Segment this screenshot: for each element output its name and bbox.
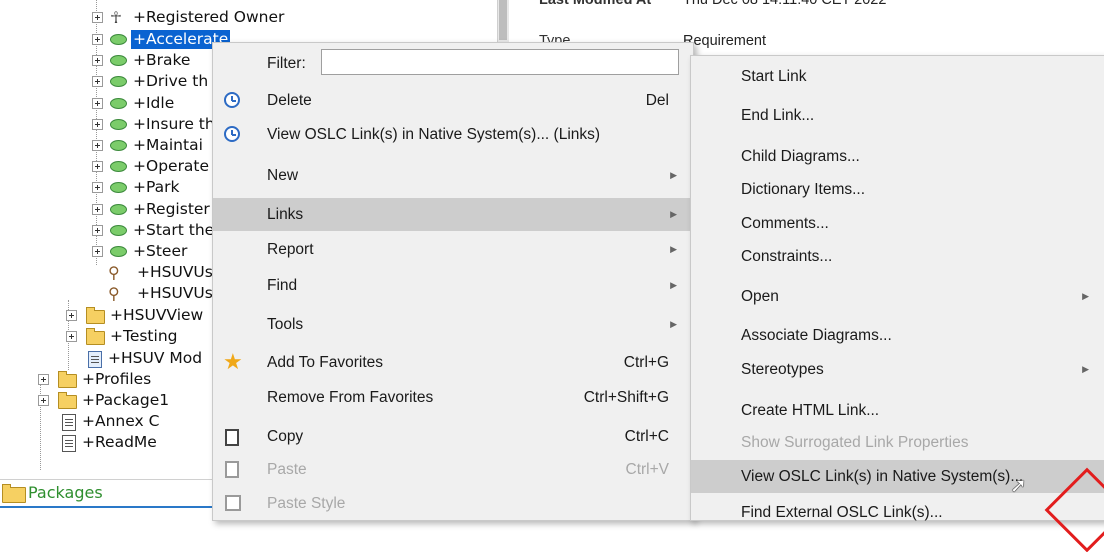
expand-icon[interactable] — [92, 76, 103, 87]
context-menu: Filter: Delete Del View OSLC Link(s) in … — [212, 42, 694, 521]
paste-icon — [225, 461, 239, 478]
association-icon: ⚲ — [108, 263, 120, 282]
menu-item-view-oslc-links[interactable]: View OSLC Link(s) in Native System(s)...… — [213, 118, 693, 151]
use-case-icon — [110, 161, 127, 172]
menu-item-view-oslc-links-native[interactable]: View OSLC Link(s) in Native System(s)... — [691, 460, 1104, 493]
expand-icon[interactable] — [92, 246, 103, 257]
expand-icon[interactable] — [92, 98, 103, 109]
copy-icon — [225, 429, 239, 446]
submenu-arrow-icon: ▶ — [1082, 291, 1089, 301]
folder-icon — [58, 392, 77, 409]
expand-icon[interactable] — [92, 140, 103, 151]
menu-item-associate-diagrams[interactable]: Associate Diagrams... — [691, 319, 1104, 352]
menu-item-paste-style[interactable]: Paste Style — [213, 487, 693, 520]
menu-item-show-surrogated-link-properties[interactable]: Show Surrogated Link Properties — [691, 426, 1104, 459]
links-submenu: Start Link End Link... Child Diagrams...… — [690, 55, 1104, 521]
use-case-icon — [110, 204, 127, 215]
type-value: Requirement — [683, 33, 767, 49]
expand-icon[interactable] — [92, 182, 103, 193]
expand-icon[interactable] — [38, 374, 49, 385]
expand-icon[interactable] — [92, 34, 103, 45]
menu-item-copy[interactable]: Copy Ctrl+C — [213, 420, 693, 453]
menu-item-tools[interactable]: Tools ▶ — [213, 308, 693, 341]
association-icon: ⚲ — [108, 284, 120, 303]
use-case-icon — [110, 182, 127, 193]
last-modified-key: Last Modified At — [539, 0, 652, 8]
expand-icon[interactable] — [66, 310, 77, 321]
menu-item-create-html-link[interactable]: Create HTML Link... — [691, 394, 1104, 427]
menu-item-report[interactable]: Report ▶ — [213, 233, 693, 266]
menu-item-find-external-oslc-links[interactable]: Find External OSLC Link(s)... — [691, 496, 1104, 529]
filter-label: Filter: — [267, 55, 306, 72]
use-case-icon — [110, 140, 127, 151]
expand-icon[interactable] — [92, 161, 103, 172]
menu-item-new[interactable]: New ▶ — [213, 159, 693, 192]
use-case-icon — [110, 76, 127, 87]
clock-icon — [224, 92, 240, 108]
document-icon — [62, 435, 76, 452]
star-icon: ★ — [223, 349, 243, 374]
use-case-icon — [110, 98, 127, 109]
use-case-icon — [110, 55, 127, 66]
menu-item-constraints[interactable]: Constraints... — [691, 240, 1104, 273]
expand-icon[interactable] — [38, 395, 49, 406]
scrollbar-thumb[interactable] — [499, 0, 507, 40]
folder-icon — [86, 307, 105, 324]
submenu-arrow-icon: ▶ — [1082, 364, 1089, 374]
menu-item-end-link[interactable]: End Link... — [691, 99, 1104, 132]
actor-icon: ☥ — [110, 8, 122, 27]
menu-item-remove-from-favorites[interactable]: Remove From Favorites Ctrl+Shift+G — [213, 381, 693, 414]
menu-item-start-link[interactable]: Start Link — [691, 60, 1104, 93]
use-case-icon — [110, 34, 127, 45]
expand-icon[interactable] — [92, 55, 103, 66]
submenu-arrow-icon: ▶ — [670, 280, 677, 290]
expand-icon[interactable] — [92, 225, 103, 236]
expand-icon[interactable] — [92, 204, 103, 215]
menu-item-dictionary-items[interactable]: Dictionary Items... — [691, 173, 1104, 206]
tree-item-registered-owner[interactable]: ☥ +Registered Owner — [0, 8, 497, 27]
expand-icon[interactable] — [92, 119, 103, 130]
submenu-arrow-icon: ▶ — [670, 244, 677, 254]
menu-item-delete[interactable]: Delete Del — [213, 84, 693, 117]
submenu-arrow-icon: ▶ — [670, 170, 677, 180]
document-icon — [62, 414, 76, 431]
folder-icon — [2, 484, 26, 503]
use-case-icon — [110, 246, 127, 257]
menu-item-comments[interactable]: Comments... — [691, 207, 1104, 240]
submenu-arrow-icon: ▶ — [670, 319, 677, 329]
menu-item-add-to-favorites[interactable]: ★ Add To Favorites Ctrl+G — [213, 346, 693, 379]
clock-icon — [224, 126, 240, 142]
mouse-cursor-icon: ➚ — [1010, 473, 1027, 497]
menu-item-open[interactable]: Open ▶ — [691, 280, 1104, 313]
folder-icon — [86, 328, 105, 345]
menu-item-paste[interactable]: Paste Ctrl+V — [213, 453, 693, 486]
filter-input[interactable] — [321, 49, 679, 75]
submenu-arrow-icon: ▶ — [670, 209, 677, 219]
menu-item-links[interactable]: Links ▶ — [213, 198, 693, 231]
expand-icon[interactable] — [66, 331, 77, 342]
menu-item-child-diagrams[interactable]: Child Diagrams... — [691, 140, 1104, 173]
last-modified-value: Thu Dec 08 14:11:40 CET 2022 — [683, 0, 887, 8]
use-case-icon — [110, 119, 127, 130]
paste-style-icon — [225, 495, 241, 511]
diagram-icon — [88, 351, 102, 368]
folder-icon — [58, 371, 77, 388]
use-case-icon — [110, 225, 127, 236]
menu-item-find[interactable]: Find ▶ — [213, 269, 693, 302]
expand-icon[interactable] — [92, 12, 103, 23]
menu-item-stereotypes[interactable]: Stereotypes ▶ — [691, 353, 1104, 386]
